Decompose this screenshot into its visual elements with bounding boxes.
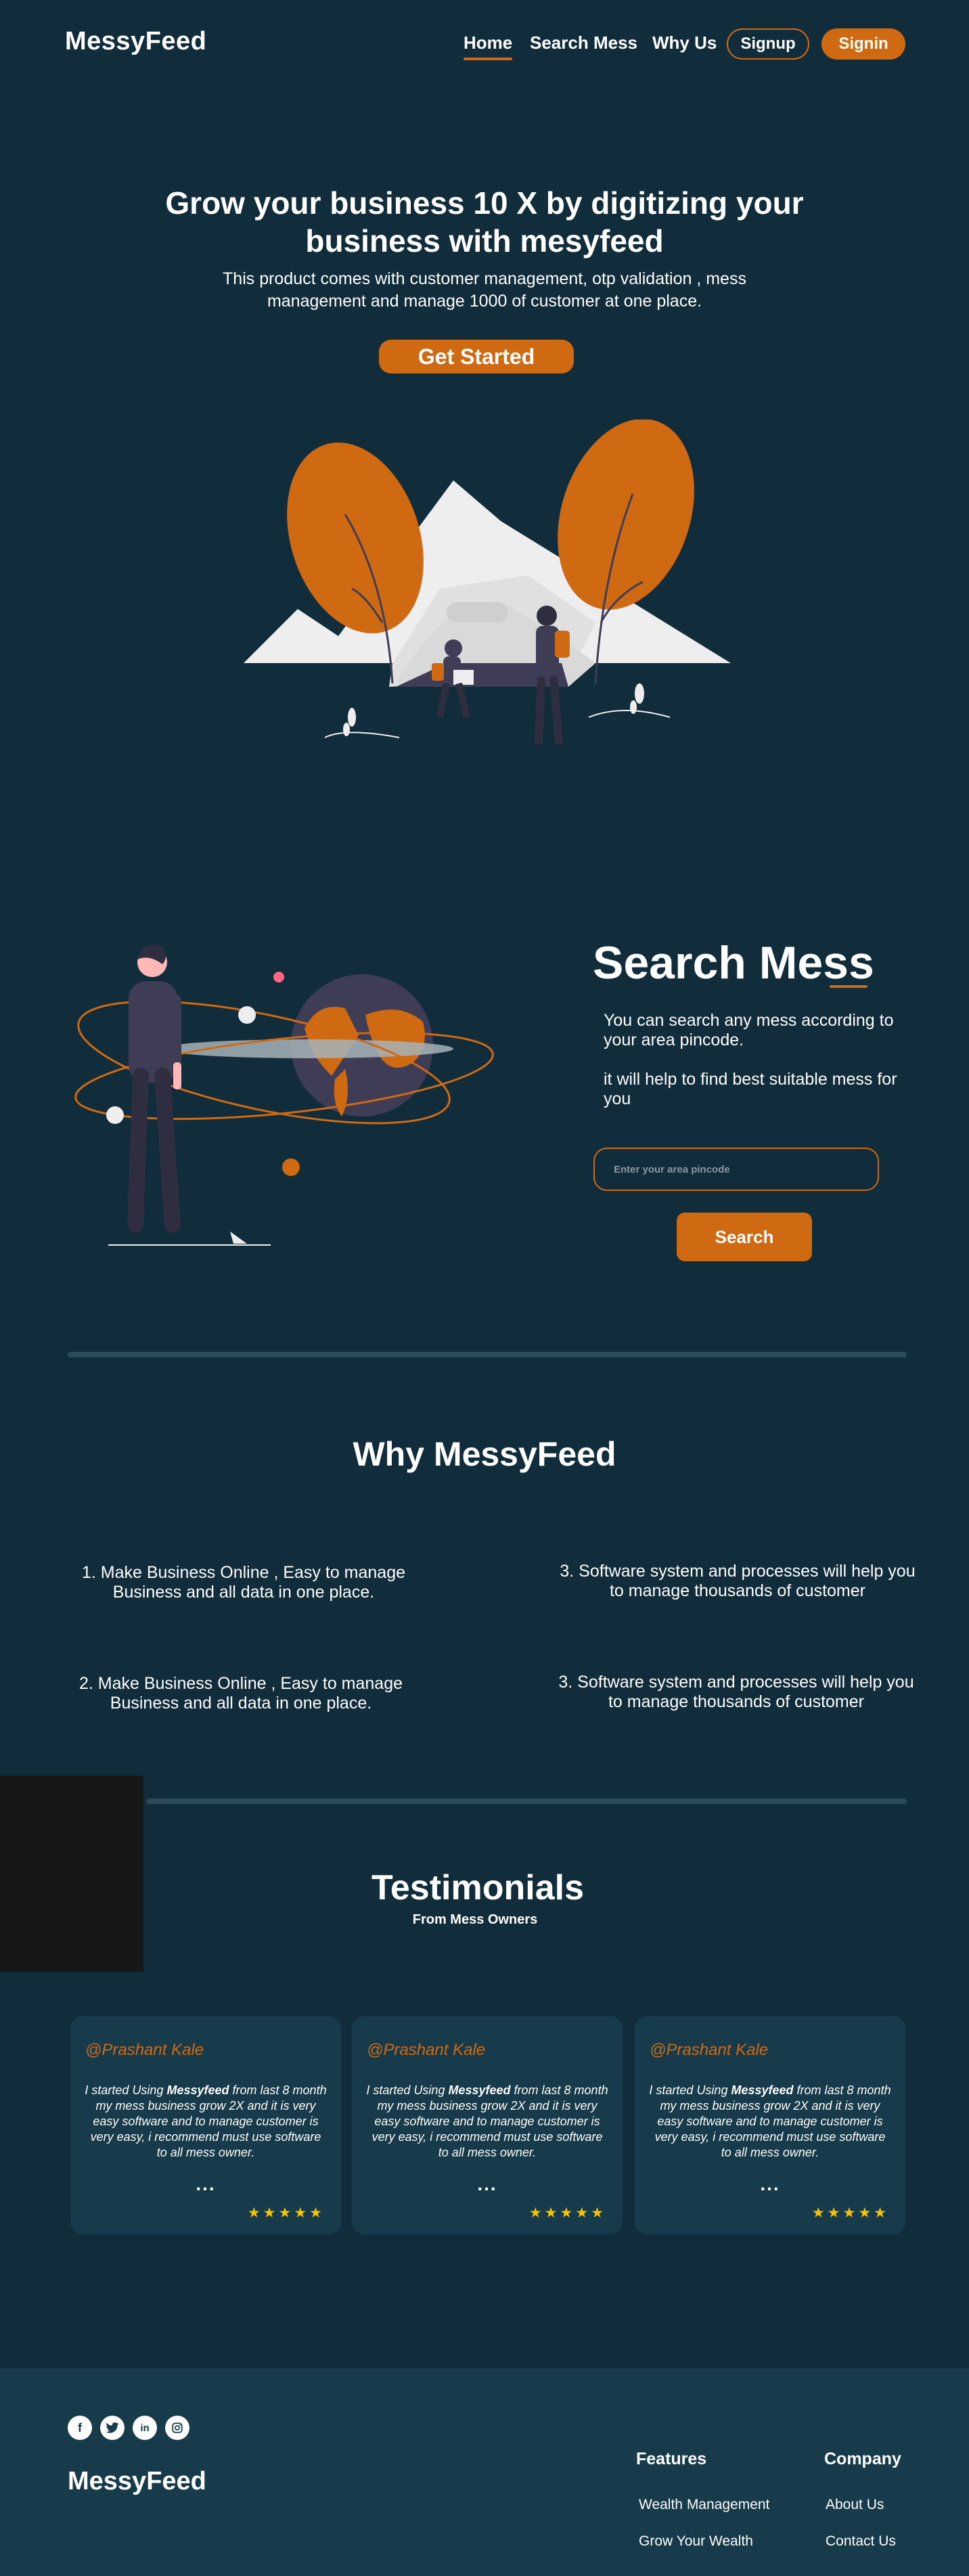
testimonial-card: @Prashant Kale I started Using Messyfeed… [635,2016,905,2234]
nav-home-link[interactable]: Home [464,32,513,60]
signin-button[interactable]: Signin [821,28,905,60]
why-item: 3. Software system and processes will he… [558,1673,914,1711]
facebook-icon[interactable]: f [68,2416,92,2440]
about-us-link[interactable]: About Us [826,2497,884,2513]
section-divider [68,1352,907,1357]
nav-why-us-link[interactable]: Why Us [652,32,717,53]
why-item: 3. Software system and processes will he… [560,1562,916,1600]
rating-stars: ★★★★★ [528,2205,606,2221]
more-icon[interactable]: ... [70,2173,341,2195]
search-text-1: You can search any mess according to you… [604,1011,894,1049]
features-heading: Features [636,2449,707,2468]
hero-illustration [244,420,731,745]
rating-stars: ★★★★★ [811,2205,889,2221]
signup-button[interactable]: Signup [727,28,809,60]
wealth-management-link[interactable]: Wealth Management [639,2497,769,2513]
top-nav: MessyFeed Home Search Mess Why Us Signup… [0,0,969,88]
why-item: 2. Make Business Online , Easy to manage… [78,1674,403,1713]
globe-illustration [74,945,494,1246]
search-mess-title: Search Mess [593,937,874,989]
why-item: 1. Make Business Online , Easy to manage… [81,1563,406,1602]
footer: f in MessyFeed Features Company Wealth M… [0,2368,969,2576]
testimonial-card: @Prashant Kale I started Using Messyfeed… [70,2016,341,2234]
hero-subtitle: This product comes with customer managem… [223,269,746,311]
grow-your-wealth-link[interactable]: Grow Your Wealth [639,2533,753,2550]
logo[interactable]: MessyFeed [65,27,206,56]
rating-stars: ★★★★★ [247,2205,325,2221]
more-icon[interactable]: ... [352,2173,623,2195]
search-button[interactable]: Search [677,1213,812,1261]
more-icon[interactable]: ... [635,2173,905,2195]
testimonials-subtitle: From Mess Owners [412,1912,538,1927]
testimonial-author: @Prashant Kale [367,2041,486,2059]
title-underline [830,985,867,988]
testimonial-quote: I started Using Messyfeed from last 8 mo… [649,2083,891,2159]
testimonial-card: @Prashant Kale I started Using Messyfeed… [352,2016,623,2234]
linkedin-icon[interactable]: in [133,2416,157,2440]
nav-search-mess-link[interactable]: Search Mess [530,32,637,53]
get-started-button[interactable]: Get Started [379,340,574,374]
search-text-2: it will help to find best suitable mess … [604,1070,897,1108]
testimonial-quote: I started Using Messyfeed from last 8 mo… [85,2083,327,2159]
search-description: You can search any mess according to you… [604,1011,901,1109]
footer-logo[interactable]: MessyFeed [68,2467,206,2496]
why-title: Why MessyFeed [353,1435,616,1473]
pincode-input[interactable] [593,1148,879,1191]
hero-title: Grow your business 10 X by digitizing yo… [165,185,804,258]
instagram-icon[interactable] [165,2416,189,2440]
testimonial-quote: I started Using Messyfeed from last 8 mo… [366,2083,608,2159]
testimonials-title: Testimonials [371,1868,584,1907]
testimonial-author: @Prashant Kale [650,2041,769,2059]
testimonial-author: @Prashant Kale [85,2041,204,2059]
twitter-icon[interactable] [100,2416,125,2440]
company-heading: Company [824,2449,901,2468]
contact-us-link[interactable]: Contact Us [826,2533,896,2550]
section-divider [146,1799,907,1804]
